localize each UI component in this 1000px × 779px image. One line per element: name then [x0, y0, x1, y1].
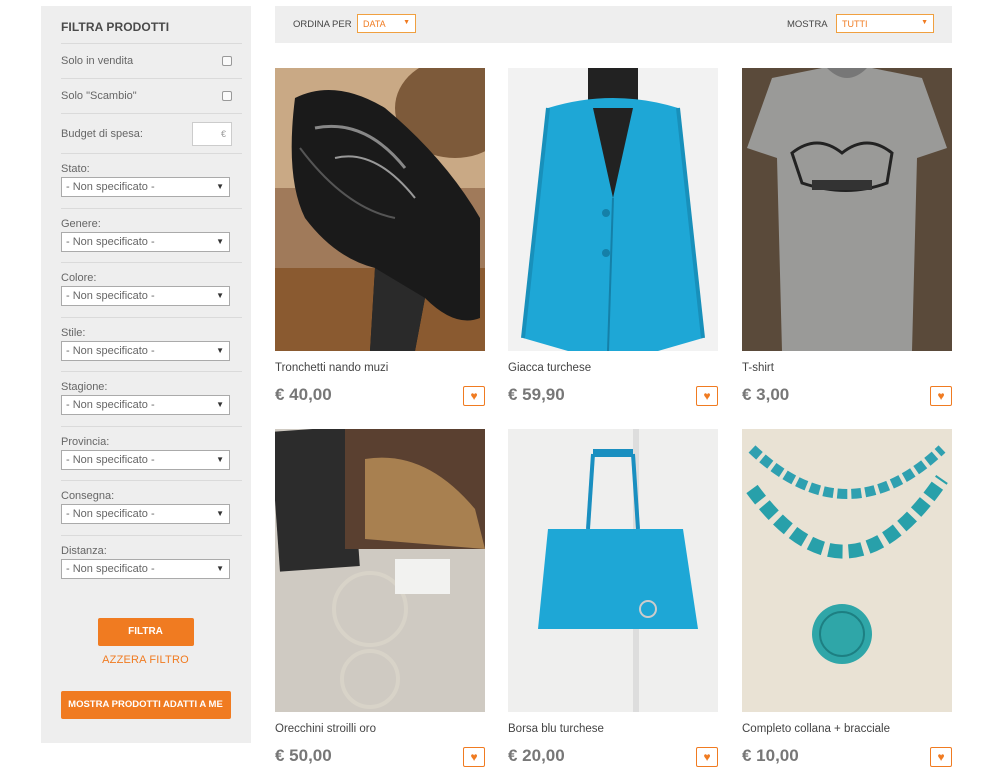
show-select[interactable]: TUTTI ▼ — [836, 14, 934, 33]
provincia-select[interactable]: - Non specificato - ▼ — [61, 449, 230, 470]
chevron-down-icon: ▼ — [216, 400, 224, 409]
product-card[interactable]: Orecchini stroilli oro € 50,00 ♥ — [275, 429, 485, 767]
product-name[interactable]: Borsa blu turchese — [508, 723, 604, 735]
filter-label: Genere: — [61, 217, 101, 230]
filter-label: Stato: — [61, 163, 90, 175]
product-card[interactable]: T-shirt € 3,00 ♥ — [742, 68, 952, 406]
chevron-down-icon: ▼ — [216, 182, 224, 191]
select-value: - Non specificato - — [66, 235, 155, 248]
budget-label: Budget di spesa: — [61, 127, 143, 140]
filter-button[interactable]: FILTRA — [97, 618, 194, 646]
product-card[interactable]: Completo collana + bracciale € 10,00 ♥ — [742, 429, 952, 767]
chevron-down-icon: ▼ — [403, 19, 410, 26]
filter-label: Stagione: — [61, 381, 108, 393]
filter-label: Distanza: — [61, 544, 107, 557]
only-swap-row[interactable]: Solo "Scambio" — [61, 79, 242, 114]
product-image[interactable] — [742, 68, 952, 351]
product-name[interactable]: Orecchini stroilli oro — [275, 723, 376, 735]
select-value: - Non specificato - — [66, 344, 155, 357]
chevron-down-icon: ▼ — [216, 454, 224, 464]
product-price: € 20,00 — [508, 746, 565, 765]
filter-distanza: Distanza: - Non specificato - ▼ — [61, 536, 242, 591]
product-card[interactable]: Tronchetti nando muzi € 40,00 ♥ — [275, 68, 485, 406]
stile-select[interactable]: - Non specificato - ▼ — [61, 340, 230, 361]
stagione-select[interactable]: - Non specificato - ▼ — [61, 395, 230, 415]
chevron-down-icon: ▼ — [216, 345, 224, 355]
filter-label: Colore: — [61, 272, 97, 284]
sidebar-title: FILTRA PRODOTTI — [61, 6, 242, 44]
budget-row: Budget di spesa: € — [61, 114, 242, 154]
product-image[interactable] — [742, 429, 952, 712]
product-image[interactable] — [508, 429, 718, 712]
chevron-down-icon: ▼ — [216, 236, 224, 246]
product-name[interactable]: Tronchetti nando muzi — [275, 362, 388, 374]
heart-icon[interactable]: ♥ — [463, 747, 485, 767]
chevron-down-icon: ▼ — [216, 563, 224, 573]
only-on-sale-row[interactable]: Solo in vendita — [61, 44, 242, 79]
only-swap-label: Solo "Scambio" — [61, 90, 137, 102]
filter-consegna: Consegna: - Non specificato - ▼ — [61, 481, 242, 536]
reset-filter-link[interactable]: AZZERA FILTRO — [55, 654, 236, 666]
filter-sidebar: FILTRA PRODOTTI Solo in vendita Solo "Sc… — [41, 6, 251, 743]
show-label: MOSTRA — [787, 19, 828, 30]
filter-label: Provincia: — [61, 435, 110, 448]
sort-select[interactable]: DATA ▼ — [357, 14, 416, 33]
product-price: € 10,00 — [742, 746, 799, 765]
product-image[interactable] — [275, 429, 485, 712]
show-value: TUTTI — [842, 19, 868, 29]
chevron-down-icon: ▼ — [216, 291, 224, 300]
select-value: - Non specificato - — [66, 399, 155, 411]
product-card[interactable]: Borsa blu turchese € 20,00 ♥ — [508, 429, 718, 767]
heart-icon[interactable]: ♥ — [930, 747, 952, 767]
only-swap-checkbox[interactable] — [222, 91, 232, 101]
product-name[interactable]: T-shirt — [742, 362, 774, 374]
sort-label: ORDINA PER — [293, 19, 352, 30]
select-value: - Non specificato - — [66, 562, 155, 575]
filter-genere: Genere: - Non specificato - ▼ — [61, 209, 242, 263]
select-value: - Non specificato - — [66, 181, 155, 193]
product-card[interactable]: Giacca turchese € 59,90 ♥ — [508, 68, 718, 406]
stato-select[interactable]: - Non specificato - ▼ — [61, 177, 230, 197]
genere-select[interactable]: - Non specificato - ▼ — [61, 231, 230, 252]
chevron-down-icon: ▼ — [921, 19, 928, 26]
only-on-sale-label: Solo in vendita — [61, 55, 134, 67]
only-on-sale-checkbox[interactable] — [222, 56, 232, 66]
filter-label: Consegna: — [61, 490, 115, 502]
show-matching-products-button[interactable]: MOSTRA PRODOTTI ADATTI A ME — [60, 691, 231, 719]
product-price: € 50,00 — [275, 746, 332, 765]
filter-stile: Stile: - Non specificato - ▼ — [61, 318, 242, 372]
product-price: € 40,00 — [275, 385, 332, 404]
chevron-down-icon: ▼ — [216, 509, 224, 518]
filter-colore: Colore: - Non specificato - ▼ — [61, 263, 242, 318]
product-name[interactable]: Completo collana + bracciale — [742, 723, 890, 735]
sort-value: DATA — [363, 19, 386, 29]
filter-label: Stile: — [61, 326, 86, 339]
product-name[interactable]: Giacca turchese — [508, 362, 591, 374]
colore-select[interactable]: - Non specificato - ▼ — [61, 286, 230, 306]
product-image[interactable] — [275, 68, 485, 351]
budget-input[interactable]: € — [192, 121, 232, 146]
select-value: - Non specificato - — [66, 453, 155, 466]
filter-stato: Stato: - Non specificato - ▼ — [61, 154, 242, 209]
heart-icon[interactable]: ♥ — [463, 386, 485, 406]
filter-stagione: Stagione: - Non specificato - ▼ — [61, 372, 242, 427]
distanza-select[interactable]: - Non specificato - ▼ — [61, 558, 230, 579]
product-price: € 59,90 — [508, 385, 565, 404]
select-value: - Non specificato - — [66, 508, 155, 520]
filter-provincia: Provincia: - Non specificato - ▼ — [61, 427, 242, 481]
product-image[interactable] — [508, 68, 718, 351]
sort-toolbar: ORDINA PER DATA ▼ MOSTRA TUTTI ▼ — [275, 6, 952, 43]
select-value: - Non specificato - — [66, 290, 155, 302]
heart-icon[interactable]: ♥ — [696, 747, 718, 767]
heart-icon[interactable]: ♥ — [930, 386, 952, 406]
heart-icon[interactable]: ♥ — [696, 386, 718, 406]
consegna-select[interactable]: - Non specificato - ▼ — [61, 504, 230, 524]
product-price: € 3,00 — [742, 385, 790, 404]
